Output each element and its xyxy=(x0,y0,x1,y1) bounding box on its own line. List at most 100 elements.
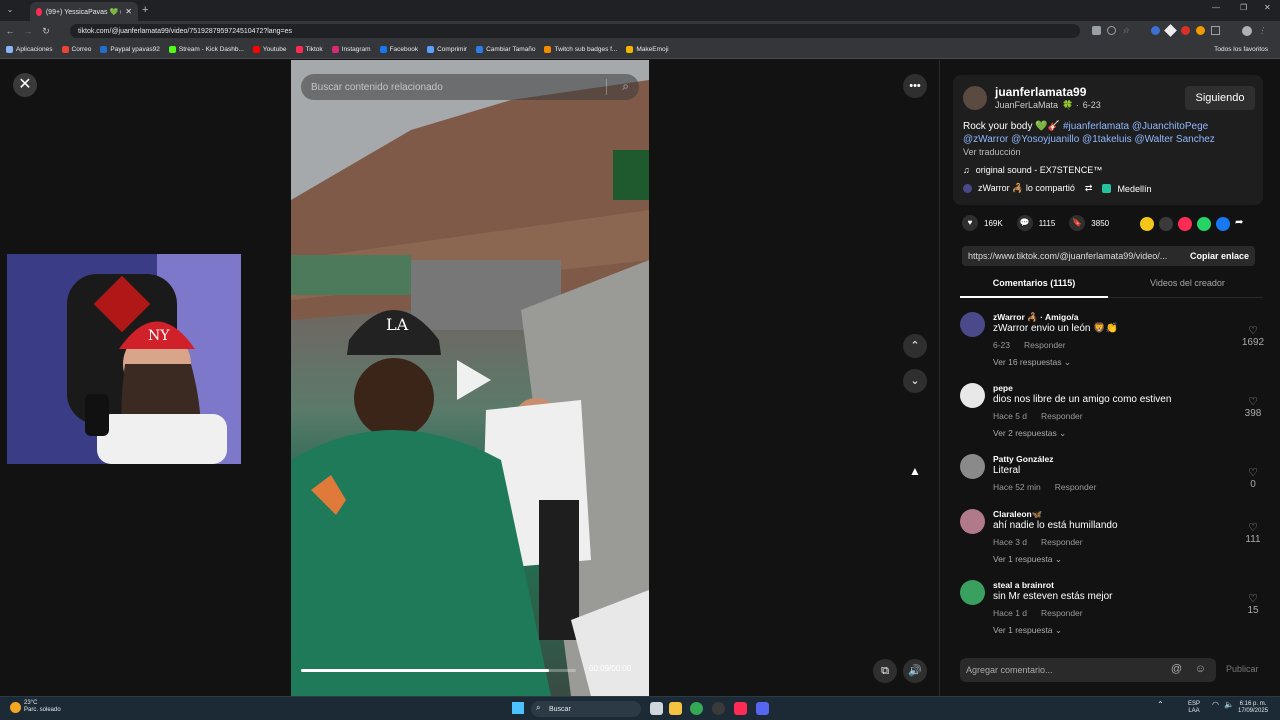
search-icon[interactable]: ⌕ xyxy=(622,79,629,94)
extension-white-icon[interactable] xyxy=(1164,24,1177,37)
profile-avatar-icon[interactable] xyxy=(1242,26,1252,36)
next-video-icon[interactable]: ⌄ xyxy=(903,369,927,393)
comment-like[interactable]: ♡ 15 xyxy=(1240,592,1266,616)
close-window-icon[interactable]: ✕ xyxy=(1264,3,1271,12)
bookmark-item[interactable]: MakeEmoji xyxy=(626,46,669,53)
obs-icon[interactable] xyxy=(712,702,725,715)
speaker-icon[interactable]: 🔈 xyxy=(1224,701,1234,709)
comment-like[interactable]: ♡ 398 xyxy=(1240,395,1266,419)
comment-like[interactable]: ♡ 1692 xyxy=(1240,324,1266,348)
tiktok-app-icon[interactable] xyxy=(734,702,747,715)
video-link[interactable]: https://www.tiktok.com/@juanferlamata99/… xyxy=(968,251,1167,261)
commenter-avatar[interactable] xyxy=(960,580,985,605)
comment-like[interactable]: ♡ 111 xyxy=(1240,521,1266,545)
tab-close-icon[interactable]: ✕ xyxy=(125,7,132,16)
view-replies-link[interactable]: Ver 2 respuestas ⌄ xyxy=(993,428,1066,439)
minimize-window-icon[interactable]: — xyxy=(1212,3,1220,12)
commenter-avatar[interactable] xyxy=(960,454,985,479)
video-player[interactable]: LA Buscar contenido relacionado ⌕ 00:09/… xyxy=(291,60,649,696)
maximize-window-icon[interactable]: ❐ xyxy=(1240,3,1247,12)
floating-player-icon[interactable]: ⧉ xyxy=(873,659,897,683)
tab-comments[interactable]: Comentarios (1115) xyxy=(960,276,1108,298)
bookmark-item[interactable]: Tiktok xyxy=(295,46,323,53)
file-explorer-icon[interactable] xyxy=(669,702,682,715)
following-button[interactable]: Siguiendo xyxy=(1185,86,1255,110)
discord-icon[interactable] xyxy=(756,702,769,715)
share-pink-icon[interactable] xyxy=(1178,217,1192,231)
reply-link[interactable]: Responder xyxy=(1055,482,1097,492)
reply-link[interactable]: Responder xyxy=(1041,608,1083,618)
commenter-name[interactable]: Claraleon🦋 xyxy=(993,509,1042,520)
close-video-button[interactable]: ✕ xyxy=(13,73,37,97)
bookmark-item[interactable]: Twitch sub badges f... xyxy=(544,46,617,53)
extensions-puzzle-icon[interactable] xyxy=(1211,26,1220,35)
commenter-name[interactable]: pepe xyxy=(993,383,1013,393)
browser-tab-active[interactable]: (99+) YessicaPavas 💚 (@yessic ✕ xyxy=(30,2,138,21)
new-tab-button[interactable]: + xyxy=(142,4,148,16)
mention-icon[interactable]: @ xyxy=(1171,663,1182,675)
video-progress-bar[interactable] xyxy=(301,669,576,672)
share-gold-icon[interactable] xyxy=(1140,217,1154,231)
sharer-avatar[interactable] xyxy=(963,184,972,193)
bookmark-item[interactable]: Comprimir xyxy=(427,46,467,53)
bookmark-item[interactable]: Facebook xyxy=(379,46,418,53)
copy-link-button[interactable]: Copiar enlace xyxy=(1184,251,1255,261)
bookmark-item[interactable]: Paypal ypavas92 xyxy=(100,46,160,53)
play-icon[interactable] xyxy=(457,360,491,400)
more-options-icon[interactable]: ••• xyxy=(903,74,927,98)
bookmark-item[interactable]: Cambiar Tamaño xyxy=(476,46,535,53)
forward-icon[interactable]: → xyxy=(22,25,34,37)
like-stat[interactable]: ♥ 169K xyxy=(962,215,1003,231)
tab-list-button[interactable]: ⌄ xyxy=(4,5,16,17)
commenter-avatar[interactable] xyxy=(960,383,985,408)
taskbar-search[interactable]: Buscar ⌕ xyxy=(531,701,641,717)
bookmark-item[interactable]: Instagram xyxy=(331,46,371,53)
related-content-search[interactable]: Buscar contenido relacionado ⌕ xyxy=(301,74,639,100)
commenter-avatar[interactable] xyxy=(960,312,985,337)
taskview-icon[interactable] xyxy=(650,702,663,715)
share-arrow-icon[interactable]: ➦ xyxy=(1235,217,1243,231)
volume-icon[interactable]: 🔊 xyxy=(903,659,927,683)
commenter-name[interactable]: zWarror 🦂 · Amigo/a xyxy=(993,312,1079,323)
reload-icon[interactable]: ↻ xyxy=(40,25,52,37)
publish-button[interactable]: Publicar xyxy=(1226,664,1259,674)
emoji-icon[interactable]: ☺ xyxy=(1195,663,1206,675)
commenter-name[interactable]: steal a brainrot xyxy=(993,580,1054,590)
zoom-icon[interactable] xyxy=(1107,26,1116,35)
cast-icon[interactable] xyxy=(1092,26,1101,35)
comment-stat[interactable]: 💬 1115 xyxy=(1016,215,1055,231)
back-icon[interactable]: ← xyxy=(4,25,16,37)
location-name[interactable]: Medellín xyxy=(1117,184,1151,194)
commenter-avatar[interactable] xyxy=(960,509,985,534)
language-indicator[interactable]: ESP LAA xyxy=(1188,701,1200,715)
facebook-icon[interactable] xyxy=(1216,217,1230,231)
creator-avatar[interactable] xyxy=(963,86,987,110)
view-replies-link[interactable]: Ver 1 respuesta ⌄ xyxy=(993,625,1062,636)
chrome-icon[interactable] xyxy=(690,702,703,715)
commenter-name[interactable]: Patty González xyxy=(993,454,1053,464)
url-field[interactable]: tiktok.com/@juanferlamata99/video/751928… xyxy=(70,24,1080,38)
previous-video-icon[interactable]: ⌃ xyxy=(903,334,927,358)
reply-link[interactable]: Responder xyxy=(1041,537,1083,547)
see-translation-link[interactable]: Ver traducción xyxy=(963,147,1021,157)
whatsapp-icon[interactable] xyxy=(1197,217,1211,231)
browser-menu-icon[interactable]: ⋮ xyxy=(1258,26,1267,35)
wifi-icon[interactable]: ◠ xyxy=(1212,701,1219,709)
save-stat[interactable]: 🔖 3850 xyxy=(1069,215,1109,231)
bookmark-item[interactable]: Stream - Kick Dashb... xyxy=(168,46,244,53)
clock[interactable]: 6:16 p. m. 17/09/2025 xyxy=(1238,701,1268,715)
view-replies-link[interactable]: Ver 16 respuestas ⌄ xyxy=(993,357,1071,368)
extension-orange-icon[interactable] xyxy=(1196,26,1205,35)
start-button-icon[interactable] xyxy=(512,702,524,714)
bookmark-item[interactable]: Youtube xyxy=(252,46,287,53)
tray-chevron-icon[interactable]: ⌃ xyxy=(1157,701,1164,709)
all-favorites-folder[interactable]: Todos los favoritos xyxy=(1214,46,1280,53)
view-replies-link[interactable]: Ver 1 respuesta ⌄ xyxy=(993,554,1062,565)
bookmark-item[interactable]: Aplicaciones xyxy=(6,46,53,53)
comment-like[interactable]: ♡ 0 xyxy=(1240,466,1266,490)
bookmark-star-icon[interactable]: ☆ xyxy=(1122,26,1131,35)
extension-red-icon[interactable] xyxy=(1181,26,1190,35)
tab-creator-videos[interactable]: Videos del creador xyxy=(1112,276,1263,298)
creator-username[interactable]: juanferlamata99 xyxy=(995,85,1086,99)
extension-blue-icon[interactable] xyxy=(1151,26,1160,35)
